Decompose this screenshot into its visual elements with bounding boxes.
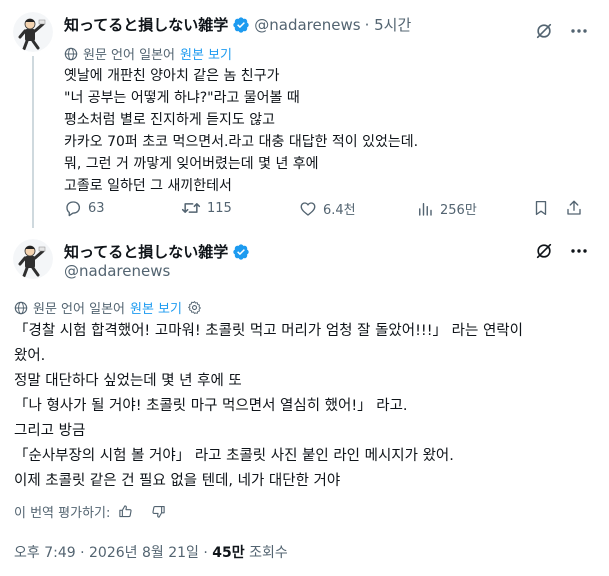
handle[interactable]: @nadarenews — [64, 262, 170, 280]
tweet2-header: 知ってると損しない雑学 — [64, 241, 250, 262]
share-icon[interactable] — [565, 199, 583, 217]
view-count: 256만 — [440, 203, 477, 218]
thread-connector — [32, 56, 34, 228]
tweet-text-line: 「순사부장의 시험 볼 거야」 라고 초콜릿 사진 붙인 라인 메시지가 왔어. — [14, 448, 454, 464]
gear-icon[interactable] — [187, 300, 202, 315]
verified-badge-icon — [232, 243, 250, 261]
tweet2-body: 「경찰 시험 합격했어! 고마워! 초콜릿 먹고 머리가 엄청 잘 돌았어!!!… — [14, 319, 523, 494]
rate-translation-label: 이 번역 평가하기: — [14, 506, 111, 521]
post-timestamp[interactable]: 오후 7:49 · 2026년 8월 21일 · — [14, 545, 212, 561]
grok-icon[interactable] — [535, 242, 553, 260]
tweet1-translation-note: 원문 언어 일본어 원본 보기 — [64, 44, 232, 63]
tweet2-meta: 오후 7:49 · 2026년 8월 21일 · 45만 조회수 — [14, 542, 288, 562]
thumbs-up-icon[interactable] — [118, 504, 133, 519]
rate-translation: 이 번역 평가하기: — [14, 502, 166, 521]
tweet-text-line: 왔어. — [14, 348, 46, 364]
view-count: 45만 — [212, 545, 245, 561]
retweet-count: 115 — [207, 200, 232, 216]
bookmark-icon[interactable] — [532, 199, 550, 217]
like-button[interactable]: 6.4천 — [299, 199, 356, 218]
tweet-text-line: 「나 형사가 될 거야! 초콜릿 마구 먹으면서 열심히 했어!」 라고. — [14, 398, 408, 414]
thumbs-down-icon[interactable] — [151, 504, 166, 519]
tweet-text-line: 고졸로 일하던 그 새끼한테서 — [64, 178, 232, 194]
tweet1-body: 옛날에 개판친 양아치 같은 놈 친구가 "너 공부는 어떻게 하냐?"라고 물… — [64, 65, 418, 197]
like-count: 6.4천 — [323, 203, 356, 218]
retweet-button[interactable]: 115 — [181, 199, 232, 217]
tweet-text-line: 정말 대단하다 싶었는데 몇 년 후에 또 — [14, 373, 242, 389]
globe-icon — [14, 301, 28, 315]
tweet2-translation-note: 원문 언어 일본어 원본 보기 — [14, 298, 202, 317]
handle[interactable]: @nadarenews — [254, 16, 360, 34]
reply-button[interactable]: 63 — [64, 199, 105, 217]
retweet-icon — [181, 199, 201, 217]
show-original-link[interactable]: 원본 보기 — [180, 44, 232, 63]
views-button[interactable]: 256만 — [416, 199, 477, 218]
globe-icon — [64, 47, 78, 61]
tweet-text-line: 옛날에 개판친 양아치 같은 놈 친구가 — [64, 68, 280, 84]
show-original-link[interactable]: 원본 보기 — [130, 298, 182, 317]
more-icon[interactable] — [570, 28, 588, 34]
view-label: 조회수 — [244, 545, 288, 561]
display-name[interactable]: 知ってると損しない雑学 — [64, 14, 228, 35]
translation-label: 원문 언어 일본어 — [33, 302, 125, 317]
tweet-text-line: 그리고 방금 — [14, 423, 86, 439]
verified-badge-icon — [232, 16, 250, 34]
translation-label: 원문 언어 일본어 — [83, 48, 175, 63]
tweet-text-line: 이제 초콜릿 같은 건 필요 없을 텐데, 네가 대단한 거야 — [14, 473, 341, 489]
avatar[interactable] — [13, 239, 53, 279]
timestamp[interactable]: · 5시간 — [365, 14, 412, 35]
tweet-text-line: 뭐, 그런 거 까맣게 잊어버렸는데 몇 년 후에 — [64, 156, 319, 172]
reply-count: 63 — [88, 200, 105, 216]
like-icon — [299, 200, 317, 218]
tweet-text-line: "너 공부는 어떻게 하냐?"라고 물어볼 때 — [64, 90, 300, 106]
grok-icon[interactable] — [535, 22, 553, 40]
display-name[interactable]: 知ってると損しない雑学 — [64, 241, 228, 262]
views-icon — [416, 200, 434, 218]
tweet-text-line: 「경찰 시험 합격했어! 고마워! 초콜릿 먹고 머리가 엄청 잘 돌았어!!!… — [14, 323, 523, 339]
avatar[interactable] — [13, 12, 53, 52]
more-icon[interactable] — [570, 248, 588, 254]
reply-icon — [64, 199, 82, 217]
tweet-text-line: 카카오 70퍼 초코 먹으면서.라고 대충 대답한 적이 있었는데. — [64, 134, 419, 150]
tweet1-header: 知ってると損しない雑学 @nadarenews · 5시간 — [64, 14, 411, 35]
tweet-text-line: 평소처럼 별로 진지하게 듣지도 않고 — [64, 112, 275, 128]
